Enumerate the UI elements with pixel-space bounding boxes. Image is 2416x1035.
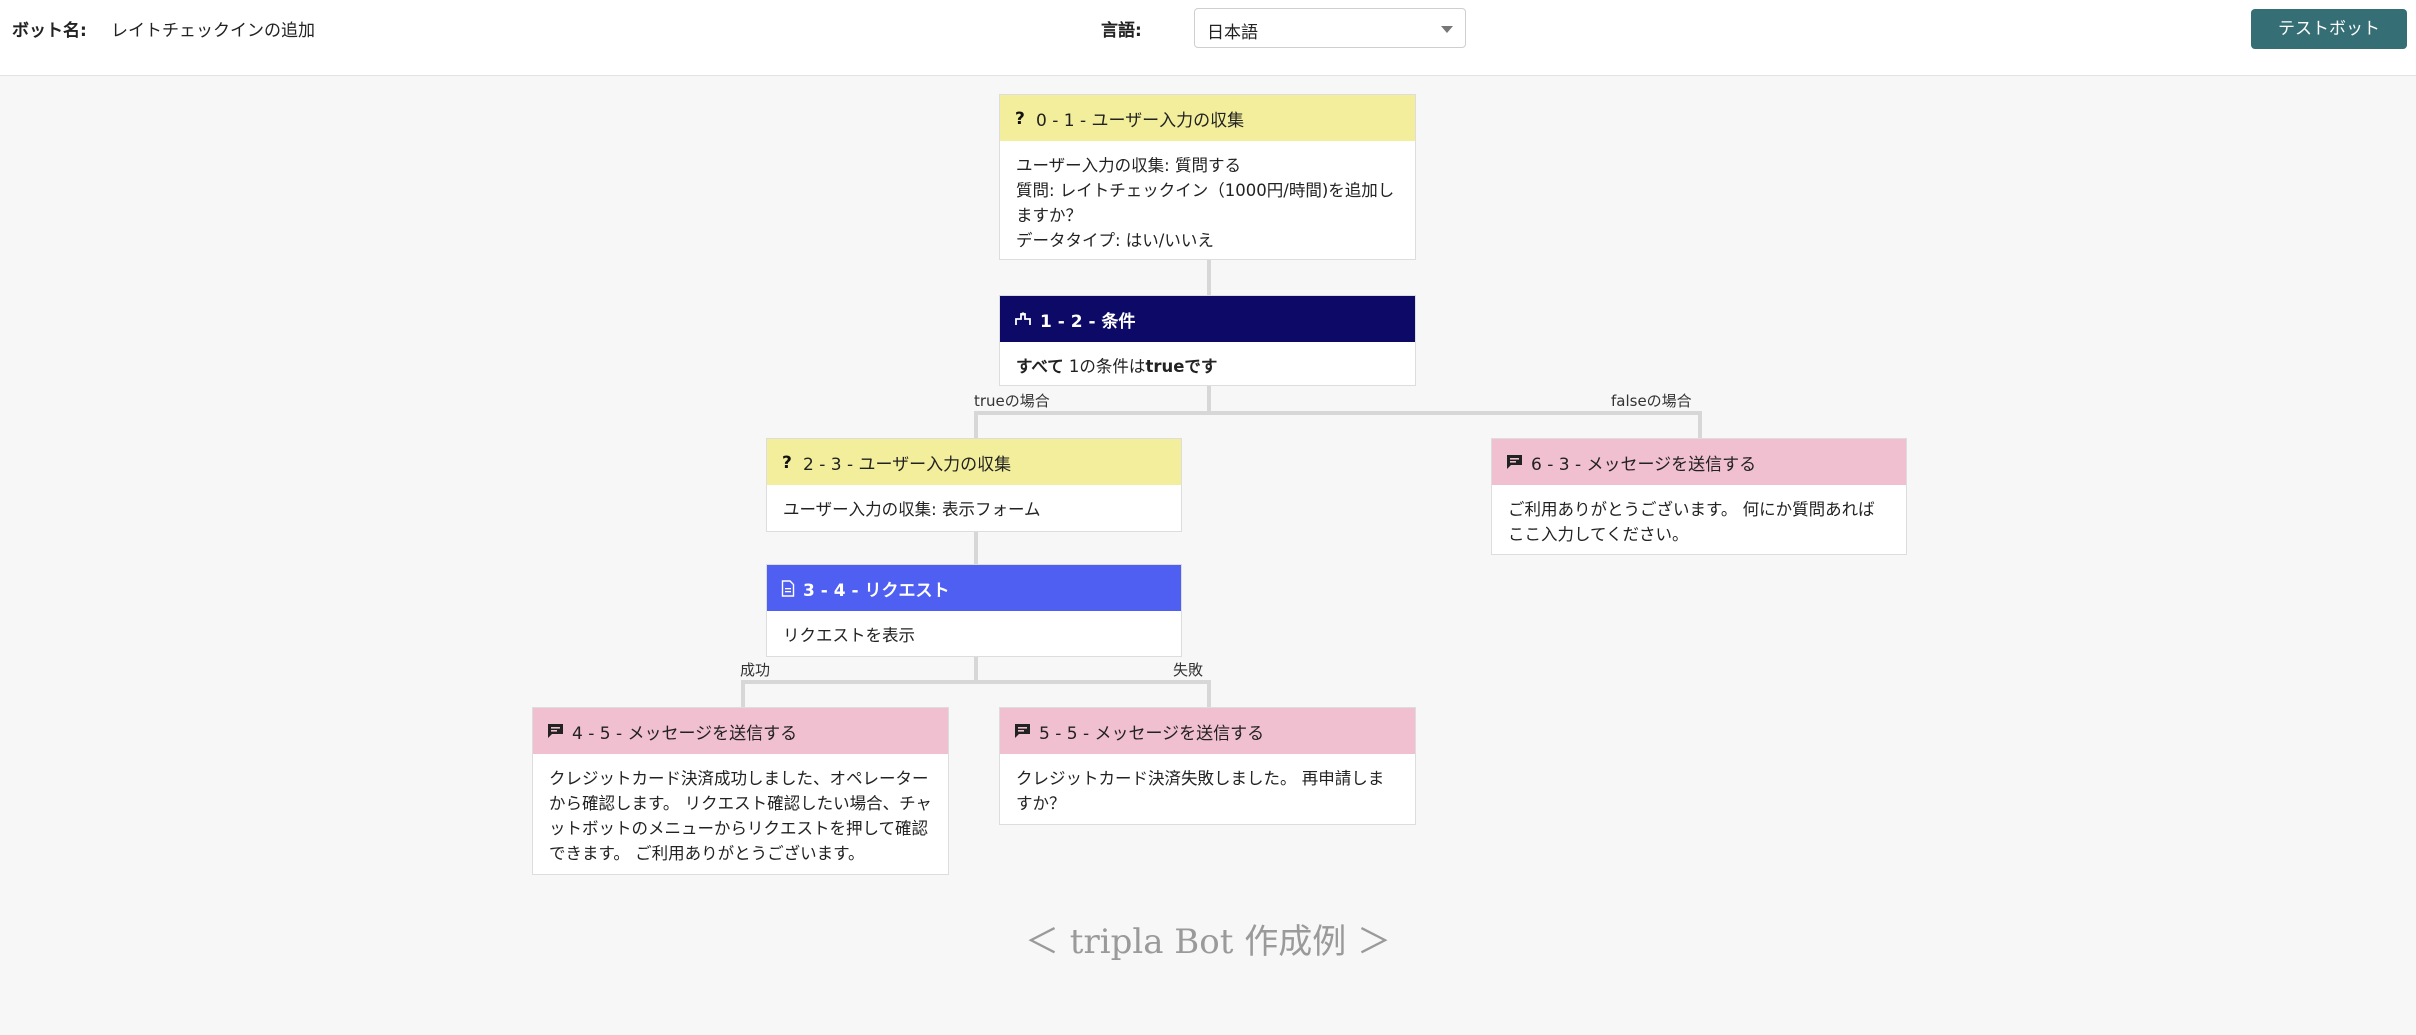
svg-text:?: ?: [1015, 109, 1025, 127]
branch-label-false: falseの場合: [1611, 392, 1692, 410]
svg-text:?: ?: [782, 453, 792, 471]
chevron-down-icon: [1441, 26, 1453, 33]
chat-icon: [1014, 723, 1031, 739]
flow-node-send-message-failure[interactable]: 5 - 5 - メッセージを送信する クレジットカード決済失敗しました。 再申請…: [999, 707, 1416, 825]
flow-node-request[interactable]: 3 - 4 - リクエスト リクエストを表示: [766, 564, 1182, 657]
condition-text: 1の条件は: [1063, 357, 1146, 376]
connector: [1207, 680, 1211, 707]
node-header: 5 - 5 - メッセージを送信する: [1000, 708, 1415, 754]
node-title: 3 - 4 - リクエスト: [803, 580, 950, 601]
language-selected-value: 日本語: [1207, 23, 1258, 43]
node-line: リクエストを表示: [783, 626, 915, 645]
top-bar: ボット名: レイトチェックインの追加 言語: 日本語 テストボット: [0, 0, 2416, 76]
node-body: すべて 1の条件はtrueです: [1000, 342, 1415, 393]
flow-node-send-message-false[interactable]: 6 - 3 - メッセージを送信する ご利用ありがとうございます。 何にか質問あ…: [1491, 438, 1907, 555]
node-title: 6 - 3 - メッセージを送信する: [1531, 454, 1757, 475]
connector: [1698, 411, 1702, 439]
node-header: 1 - 2 - 条件: [1000, 296, 1415, 342]
node-header: 4 - 5 - メッセージを送信する: [533, 708, 948, 754]
node-line: 質問: レイトチェックイン（1000円/時間)を追加しますか？: [1016, 181, 1395, 225]
node-title: 4 - 5 - メッセージを送信する: [572, 723, 798, 744]
flow-node-collect-input-form[interactable]: ? 2 - 3 - ユーザー入力の収集 ユーザー入力の収集: 表示フォーム: [766, 438, 1182, 532]
condition-summary: すべて 1の条件はtrueです: [1016, 354, 1399, 379]
condition-scope: すべて: [1016, 357, 1064, 376]
node-header: ? 2 - 3 - ユーザー入力の収集: [767, 439, 1181, 485]
node-line: ご利用ありがとうございます。 何にか質問あればここ入力してください。: [1508, 500, 1875, 544]
node-title: 5 - 5 - メッセージを送信する: [1039, 723, 1265, 744]
node-header: 3 - 4 - リクエスト: [767, 565, 1181, 611]
node-line: クレジットカード決済成功しました、オペレーターから確認します。 リクエスト確認し…: [549, 769, 932, 863]
connector: [741, 680, 745, 707]
language-label: 言語:: [1101, 21, 1142, 41]
flow-node-send-message-success[interactable]: 4 - 5 - メッセージを送信する クレジットカード決済成功しました、オペレー…: [532, 707, 949, 875]
node-line: ユーザー入力の収集: 質問する: [1016, 156, 1241, 175]
branch-label-failure: 失敗: [1173, 661, 1204, 679]
node-title: 0 - 1 - ユーザー入力の収集: [1036, 110, 1245, 131]
question-icon: ?: [1014, 109, 1028, 127]
bot-name-label: ボット名:: [12, 21, 87, 41]
node-line: データタイプ: はい/いいえ: [1016, 231, 1214, 250]
example-caption: ＜ tripla Bot 作成例 ＞: [1024, 922, 1392, 962]
document-icon: [781, 579, 795, 597]
flow-node-condition[interactable]: 1 - 2 - 条件 すべて 1の条件はtrueです: [999, 295, 1416, 386]
node-title: 2 - 3 - ユーザー入力の収集: [803, 454, 1012, 475]
node-body: ユーザー入力の収集: 質問する 質問: レイトチェックイン（1000円/時間)を…: [1000, 141, 1415, 267]
flow-node-collect-input[interactable]: ? 0 - 1 - ユーザー入力の収集 ユーザー入力の収集: 質問する 質問: …: [999, 94, 1416, 260]
node-body: クレジットカード決済成功しました、オペレーターから確認します。 リクエスト確認し…: [533, 754, 948, 880]
connector: [741, 680, 1211, 684]
condition-result: trueです: [1145, 357, 1218, 376]
branch-label-true: trueの場合: [974, 392, 1050, 410]
node-header: 6 - 3 - メッセージを送信する: [1492, 439, 1906, 485]
node-body: ご利用ありがとうございます。 何にか質問あればここ入力してください。: [1492, 485, 1906, 561]
node-body: リクエストを表示: [767, 611, 1181, 662]
node-body: クレジットカード決済失敗しました。 再申請しますか？: [1000, 754, 1415, 830]
test-bot-button[interactable]: テストボット: [2251, 9, 2407, 49]
bot-name-value: レイトチェックインの追加: [111, 21, 315, 41]
connector: [974, 531, 978, 565]
connector: [974, 411, 978, 439]
condition-icon: [1014, 311, 1032, 327]
branch-label-success: 成功: [740, 661, 771, 679]
node-line: ユーザー入力の収集: 表示フォーム: [783, 500, 1041, 519]
chat-icon: [1506, 454, 1523, 470]
question-icon: ?: [781, 453, 795, 471]
node-title: 1 - 2 - 条件: [1040, 311, 1136, 332]
language-select[interactable]: 日本語: [1194, 8, 1466, 48]
connector: [974, 411, 1701, 415]
node-header: ? 0 - 1 - ユーザー入力の収集: [1000, 95, 1415, 141]
node-body: ユーザー入力の収集: 表示フォーム: [767, 485, 1181, 536]
node-line: クレジットカード決済失敗しました。 再申請しますか？: [1016, 769, 1385, 813]
chat-icon: [547, 723, 564, 739]
